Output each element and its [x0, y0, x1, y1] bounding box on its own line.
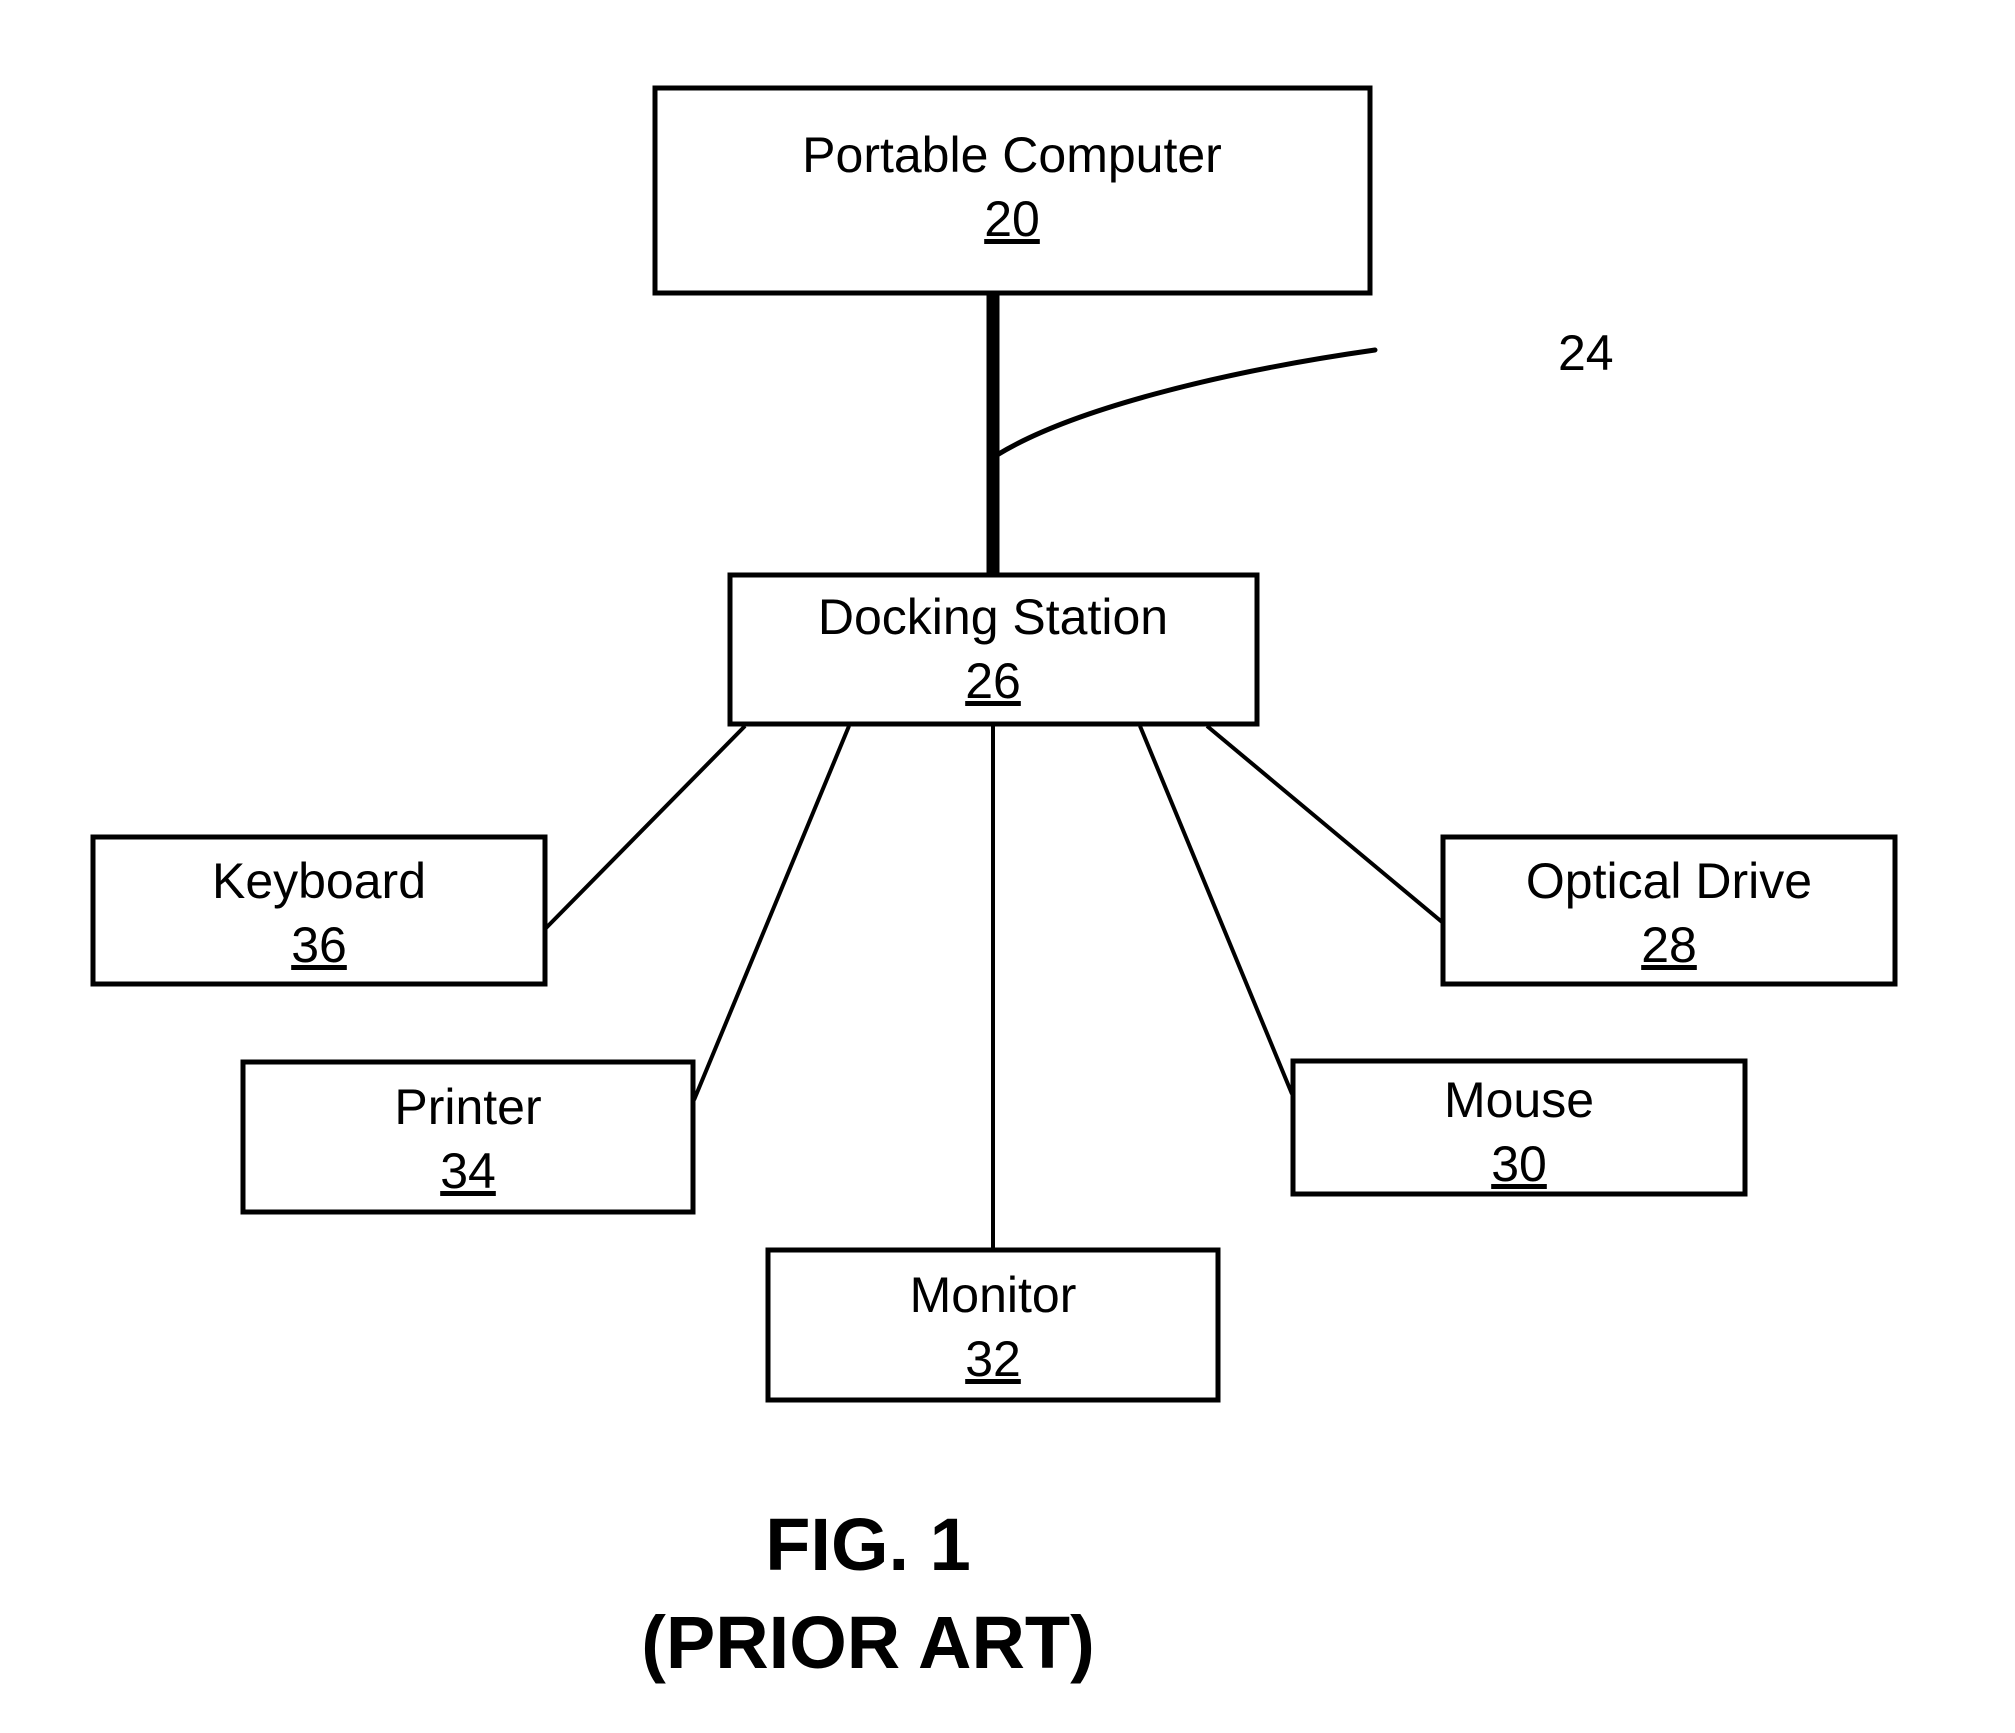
patent-figure: 24 Portable Computer 20 Docking Station 26 K… [0, 0, 2015, 1733]
node-reference-numeral-docking-station: 26 [965, 653, 1021, 709]
connector-dock-to-mouse [1138, 725, 1294, 1095]
node-docking-station[interactable]: Docking Station 26 [727, 572, 1260, 727]
node-keyboard[interactable]: Keyboard 36 [90, 834, 548, 987]
prior-art-text: (PRIOR ART) [641, 1601, 1095, 1684]
node-portable-computer[interactable]: Portable Computer 20 [652, 85, 1373, 296]
node-label-portable-computer: Portable Computer [802, 127, 1222, 183]
node-mouse[interactable]: Mouse 30 [1290, 1058, 1748, 1197]
reference-label-24: 24 [1558, 325, 1614, 381]
node-reference-numeral-mouse: 30 [1491, 1136, 1547, 1192]
leader-layer: 24 [994, 325, 1614, 458]
node-optical-drive[interactable]: Optical Drive 28 [1440, 834, 1898, 987]
node-label-printer: Printer [394, 1079, 541, 1135]
node-monitor[interactable]: Monitor 32 [765, 1247, 1221, 1403]
node-reference-numeral-optical-drive: 28 [1641, 917, 1697, 973]
node-reference-numeral-printer: 34 [440, 1143, 496, 1199]
connector-dock-to-printer [692, 725, 851, 1101]
reference-leader-line-24 [994, 347, 1378, 458]
diagram-canvas: 24 Portable Computer 20 Docking Station 26 K… [90, 85, 1898, 1684]
figure-number-text: FIG. 1 [765, 1503, 971, 1586]
figure-caption: FIG. 1 (PRIOR ART) [641, 1503, 1095, 1684]
node-label-docking-station: Docking Station [818, 589, 1168, 645]
node-reference-numeral-portable-computer: 20 [984, 191, 1040, 247]
connector-dock-to-keyboard [544, 724, 747, 930]
node-reference-numeral-keyboard: 36 [291, 917, 347, 973]
node-label-keyboard: Keyboard [212, 853, 426, 909]
node-label-monitor: Monitor [910, 1267, 1077, 1323]
node-printer[interactable]: Printer 34 [240, 1059, 696, 1215]
node-label-optical-drive: Optical Drive [1526, 853, 1812, 909]
node-reference-numeral-monitor: 32 [965, 1331, 1021, 1387]
connector-dock-to-optical-drive [1205, 724, 1444, 924]
node-label-mouse: Mouse [1444, 1072, 1594, 1128]
